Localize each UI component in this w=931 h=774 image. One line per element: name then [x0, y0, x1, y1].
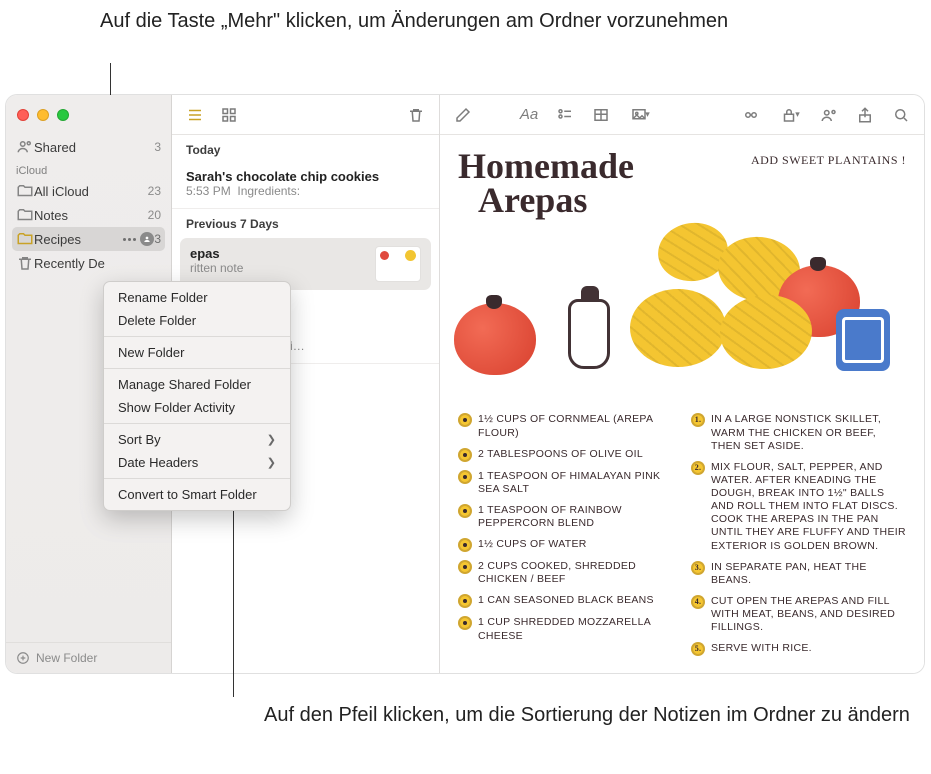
table-button[interactable] — [588, 104, 614, 126]
bullet-icon — [458, 616, 472, 630]
note-annotation: ADD SWEET PLANTAINS ! — [751, 153, 906, 168]
minimize-button[interactable] — [37, 109, 49, 121]
sidebar-section-icloud: iCloud — [6, 159, 171, 179]
folder-icon — [16, 230, 34, 248]
link-button[interactable] — [738, 104, 764, 126]
search-button[interactable] — [888, 104, 914, 126]
sidebar-item-count: 20 — [148, 208, 161, 222]
ctx-convert-smart[interactable]: Convert to Smart Folder — [104, 483, 290, 506]
sidebar-item-recipes[interactable]: Recipes 3 — [12, 227, 165, 251]
ctx-rename-folder[interactable]: Rename Folder — [104, 286, 290, 309]
chevron-down-icon: ▾ — [645, 109, 650, 120]
shared-label: Shared — [34, 140, 154, 155]
note-subtitle: ritten note — [190, 261, 367, 275]
note-thumbnail — [375, 246, 421, 282]
grid-view-button[interactable] — [216, 104, 242, 126]
ctx-manage-shared[interactable]: Manage Shared Folder — [104, 373, 290, 396]
menu-separator — [104, 478, 290, 479]
shared-icon — [16, 138, 34, 156]
ctx-date-headers[interactable]: Date Headers❯ — [104, 451, 290, 474]
steps-list: 1.IN A LARGE NONSTICK SKILLET, WARM THE … — [691, 413, 906, 664]
note-title: Sarah's chocolate chip cookies — [186, 169, 425, 184]
shared-count: 3 — [154, 140, 161, 154]
shaker-icon — [568, 299, 610, 369]
menu-separator — [104, 423, 290, 424]
share-button[interactable] — [852, 104, 878, 126]
ctx-new-folder[interactable]: New Folder — [104, 341, 290, 364]
note-title: epas — [190, 246, 367, 261]
delete-note-button[interactable] — [403, 104, 429, 126]
folder-icon — [16, 182, 34, 200]
step-number-icon: 5. — [691, 642, 705, 656]
note-columns: 1½ CUPS OF CORNMEAL (AREPA FLOUR) 2 TABL… — [458, 413, 906, 664]
sidebar-item-label: Recently De — [34, 256, 161, 271]
sidebar-item-count: 3 — [154, 232, 161, 246]
media-button[interactable]: ▾ — [624, 104, 656, 126]
more-icon[interactable] — [121, 233, 137, 245]
bullet-icon — [458, 470, 472, 484]
menu-separator — [104, 336, 290, 337]
sidebar-item-label: All iCloud — [34, 184, 148, 199]
lock-button[interactable]: ▾ — [774, 104, 806, 126]
close-button[interactable] — [17, 109, 29, 121]
notelist-section-prev7: Previous 7 Days — [172, 209, 439, 235]
bullet-icon — [458, 504, 472, 518]
shared-badge-icon — [140, 232, 154, 246]
sidebar-item-label: Recipes — [34, 232, 121, 247]
ingredients-list: 1½ CUPS OF CORNMEAL (AREPA FLOUR) 2 TABL… — [458, 413, 673, 664]
folder-icon — [16, 206, 34, 224]
content-toolbar: Aa ▾ ▾ — [440, 95, 924, 135]
chevron-right-icon: ❯ — [267, 433, 276, 446]
compose-button[interactable] — [450, 104, 476, 126]
window-controls — [6, 95, 171, 135]
checklist-button[interactable] — [552, 104, 578, 126]
step-number-icon: 3. — [691, 561, 705, 575]
note-subtitle: 5:53 PM Ingredients: — [186, 184, 425, 198]
tomato-icon — [454, 303, 536, 375]
bullet-icon — [458, 538, 472, 552]
sidebar-item-count: 23 — [148, 184, 161, 198]
new-folder-label: New Folder — [36, 651, 97, 665]
note-body[interactable]: Homemade Arepas ADD SWEET PLANTAINS ! 1½… — [440, 135, 924, 673]
format-button[interactable]: Aa — [516, 104, 542, 126]
bullet-icon — [458, 560, 472, 574]
new-folder-button[interactable]: New Folder — [6, 642, 171, 673]
bullet-icon — [458, 413, 472, 427]
ctx-delete-folder[interactable]: Delete Folder — [104, 309, 290, 332]
sidebar-item-label: Notes — [34, 208, 148, 223]
plus-circle-icon — [16, 651, 30, 665]
note-illustration — [458, 223, 906, 403]
trash-icon — [16, 254, 34, 272]
note-heading-line1: Homemade — [458, 149, 634, 183]
list-view-button[interactable] — [182, 104, 208, 126]
notelist-section-today: Today — [172, 135, 439, 161]
menu-separator — [104, 368, 290, 369]
chevron-right-icon: ❯ — [267, 456, 276, 469]
sidebar-item-recently-deleted[interactable]: Recently De — [6, 251, 171, 275]
chevron-down-icon: ▾ — [795, 109, 800, 120]
note-heading-line2: Arepas — [478, 183, 634, 217]
context-menu: Rename Folder Delete Folder New Folder M… — [103, 281, 291, 511]
bullet-icon — [458, 594, 472, 608]
ctx-show-activity[interactable]: Show Folder Activity — [104, 396, 290, 419]
notelist-toolbar — [172, 95, 439, 135]
bullet-icon — [458, 448, 472, 462]
ctx-sort-by[interactable]: Sort By❯ — [104, 428, 290, 451]
collaborate-button[interactable] — [816, 104, 842, 126]
step-number-icon: 1. — [691, 413, 705, 427]
note-content: Aa ▾ ▾ Homemade Arepas ADD SWEET PLANTAI… — [440, 95, 924, 673]
step-number-icon: 4. — [691, 595, 705, 609]
callout-top: Auf die Taste „Mehr" klicken, um Änderun… — [100, 8, 728, 35]
callout-bottom: Auf den Pfeil klicken, um die Sortierung… — [264, 702, 910, 729]
sidebar-item-notes[interactable]: Notes 20 — [6, 203, 171, 227]
note-item-cookies[interactable]: Sarah's chocolate chip cookies 5:53 PM I… — [172, 161, 439, 209]
step-number-icon: 2. — [691, 461, 705, 475]
sidebar-item-shared[interactable]: Shared 3 — [6, 135, 171, 159]
zoom-button[interactable] — [57, 109, 69, 121]
sidebar-item-all-icloud[interactable]: All iCloud 23 — [6, 179, 171, 203]
can-icon — [836, 309, 890, 371]
